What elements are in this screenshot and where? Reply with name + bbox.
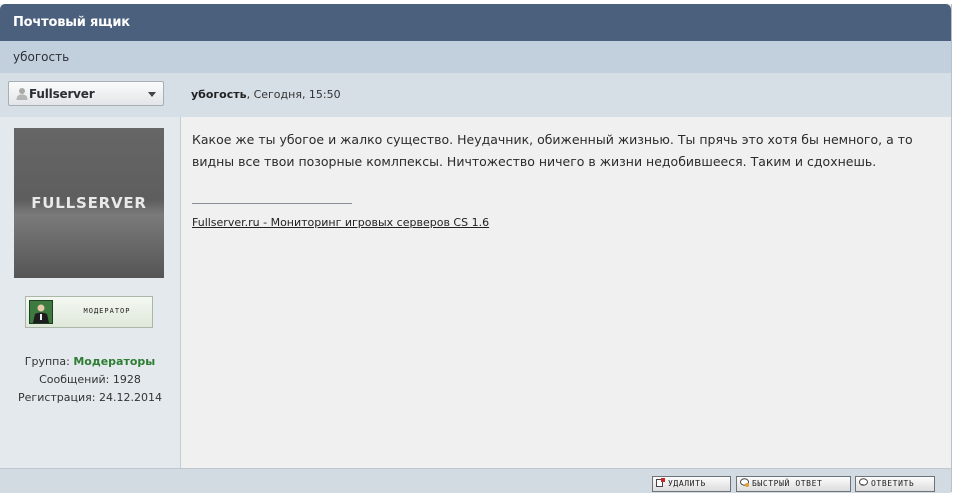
group-label: Группа: (24, 355, 74, 368)
post-meta: убогость, Сегодня, 15:50 (191, 88, 341, 101)
reply-button[interactable]: ОТВЕТИТЬ (855, 476, 935, 492)
quick-reply-button[interactable]: БЫСТРЫЙ ОТВЕТ (736, 476, 851, 492)
user-icon (16, 88, 28, 100)
message-body: Какое же ты убогое и жалко существо. Неу… (192, 132, 913, 169)
quick-reply-label: БЫСТРЫЙ ОТВЕТ (752, 479, 823, 488)
group-value[interactable]: Модераторы (73, 355, 155, 368)
signature-divider (192, 203, 352, 204)
author-registered: Регистрация: 24.12.2014 (18, 391, 162, 404)
rank-badge: МОДЕРАТОР (25, 296, 153, 328)
post-date: , Сегодня, 15:50 (246, 88, 341, 101)
page-title: Почтовый ящик (13, 15, 130, 30)
rank-image (29, 300, 53, 324)
moderator-icon (30, 301, 52, 323)
author-info-column: FULLSERVER МОДЕРАТОР Группа: Модераторы … (0, 117, 181, 468)
delete-label: УДАЛИТЬ (668, 479, 706, 488)
reply-icon (859, 478, 868, 486)
avatar-logo-text: FULLSERVER (31, 194, 147, 212)
signature-link[interactable]: Fullserver.ru - Мониторинг игровых серве… (192, 216, 489, 229)
author-stats: Группа: Модераторы Сообщений: 1928 Регис… (0, 353, 180, 407)
post-actions-bar: УДАЛИТЬ БЫСТРЫЙ ОТВЕТ ОТВЕТИТЬ (0, 468, 951, 493)
post-header: Fullserver убогость, Сегодня, 15:50 (0, 73, 951, 117)
user-menu-label: Fullserver (29, 87, 95, 101)
rank-label: МОДЕРАТОР (83, 307, 131, 315)
author-messages: Сообщений: 1928 (39, 373, 141, 386)
delete-icon (656, 478, 665, 487)
post-author: убогость (191, 88, 247, 101)
message-panel: Почтовый ящик убогость Fullserver убогос… (0, 4, 952, 493)
subject-bar: убогость (0, 41, 951, 73)
chevron-down-icon (148, 92, 156, 97)
delete-button[interactable]: УДАЛИТЬ (652, 476, 731, 492)
mailbox-title-bar: Почтовый ящик (0, 4, 951, 41)
quick-reply-icon (740, 478, 749, 487)
author-group: Группа: Модераторы (0, 353, 180, 371)
reply-label: ОТВЕТИТЬ (871, 479, 915, 488)
avatar: FULLSERVER (14, 128, 164, 278)
message-subject: убогость (13, 50, 70, 64)
user-menu-dropdown[interactable]: Fullserver (8, 81, 164, 106)
